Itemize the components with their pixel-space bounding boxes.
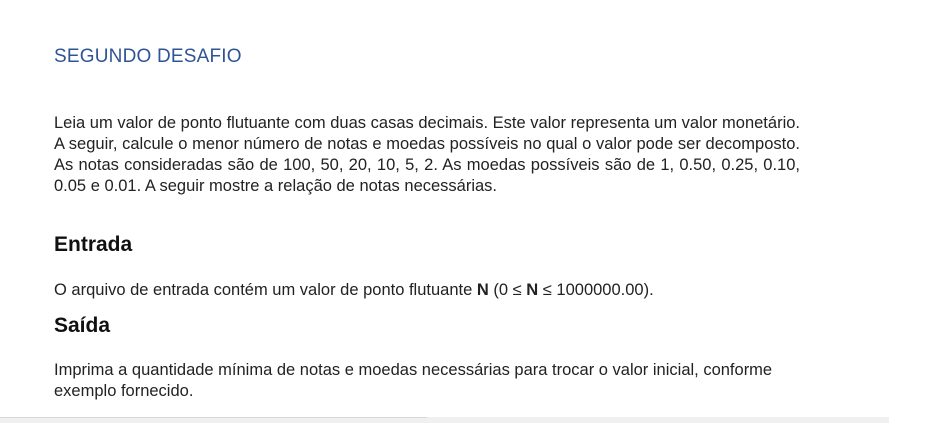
section-title: SEGUNDO DESAFIO <box>54 46 242 67</box>
entrada-description: O arquivo de entrada contém um valor de … <box>54 280 654 301</box>
bottom-divider <box>0 417 889 423</box>
saida-description: Imprima a quantidade mínima de notas e m… <box>54 361 773 400</box>
entrada-heading: Entrada <box>54 233 133 256</box>
variable-n: N <box>476 281 489 299</box>
variable-n-bound: N <box>526 281 539 299</box>
entrada-text-after: ≤ 1000000.00). <box>538 281 654 299</box>
intro-paragraph: Leia um valor de ponto flutuante com dua… <box>54 114 800 195</box>
saida-heading: Saída <box>54 314 111 337</box>
entrada-text-before: O arquivo de entrada contém um valor de … <box>54 281 477 299</box>
entrada-text-middle: (0 ≤ <box>488 281 527 299</box>
bottom-divider-line <box>0 417 427 418</box>
